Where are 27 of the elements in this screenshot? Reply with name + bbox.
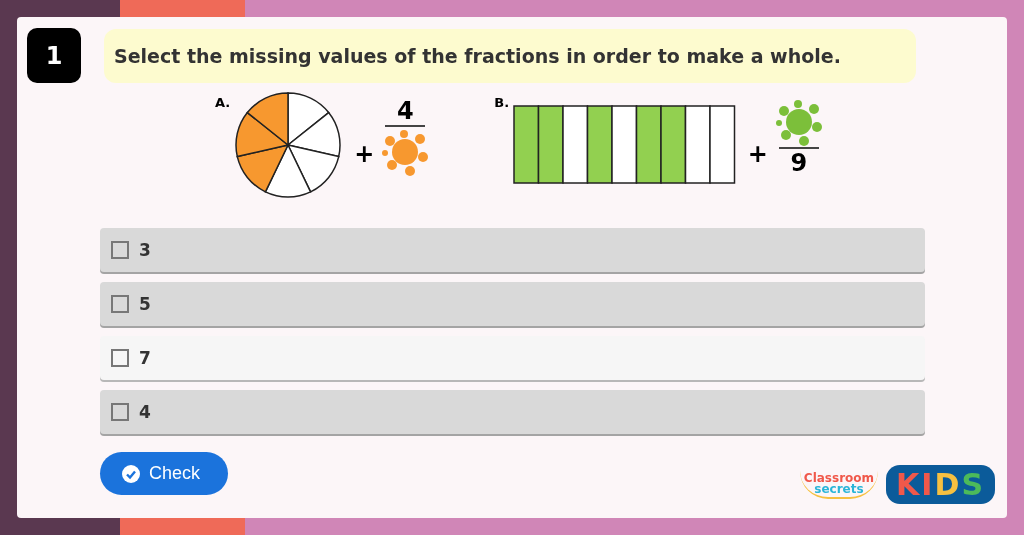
splat-icon	[380, 127, 431, 177]
plus-sign: +	[747, 139, 768, 168]
option-text: 3	[139, 240, 151, 260]
answer-option[interactable]: 7	[100, 336, 925, 380]
checkbox[interactable]	[111, 241, 129, 259]
logo-text: Classroom	[803, 472, 875, 484]
kids-badge: KIDS	[886, 465, 995, 504]
check-button[interactable]: Check	[100, 452, 228, 495]
option-text: 4	[139, 402, 151, 422]
answer-option[interactable]: 4	[100, 390, 925, 434]
logo-text: secrets	[814, 483, 864, 495]
checkbox[interactable]	[111, 349, 129, 367]
question-text: Select the missing values of the fractions in order to make a whole.	[104, 28, 916, 83]
fraction-number: 9	[790, 149, 808, 177]
checkbox[interactable]	[111, 295, 129, 313]
check-icon	[122, 464, 140, 483]
question-number: 1	[27, 28, 81, 83]
splat-icon	[773, 97, 824, 147]
figure-label: B.	[494, 95, 510, 110]
fraction-number: 4	[397, 97, 414, 125]
option-text: 7	[139, 348, 151, 368]
plus-sign: +	[354, 139, 375, 168]
answer-option[interactable]: 3	[100, 228, 925, 272]
figure-label: A.	[215, 95, 231, 110]
checkbox[interactable]	[111, 403, 129, 421]
option-text: 5	[139, 294, 151, 314]
answer-option[interactable]: 5	[100, 282, 925, 326]
